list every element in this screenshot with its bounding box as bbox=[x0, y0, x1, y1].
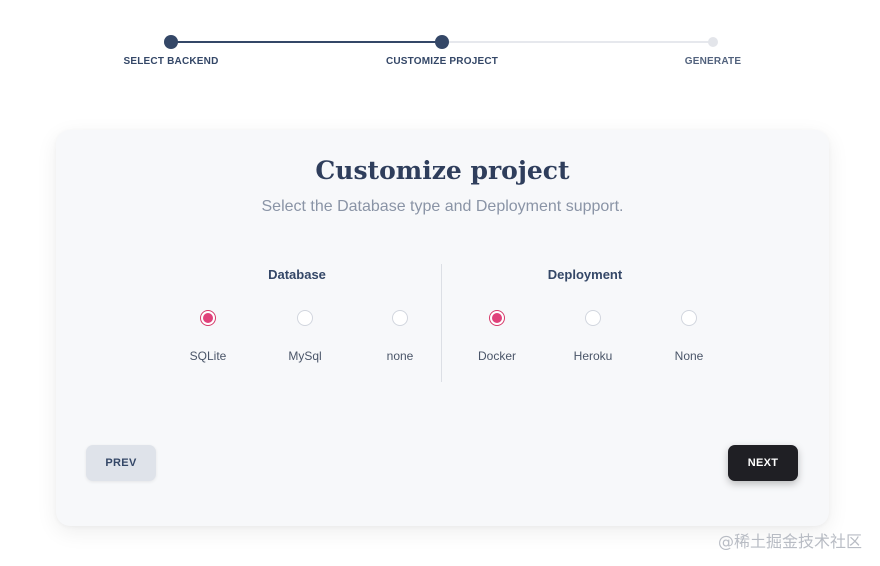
progress-stepper: SELECT BACKEND CUSTOMIZE PROJECT GENERAT… bbox=[0, 0, 880, 80]
deployment-option-label[interactable]: Docker bbox=[457, 349, 537, 363]
step-label-customize-project[interactable]: CUSTOMIZE PROJECT bbox=[386, 56, 498, 67]
watermark: @稀土掘金技术社区 bbox=[717, 532, 862, 551]
next-button[interactable]: NEXT bbox=[728, 445, 798, 481]
stepper-track-progress bbox=[171, 41, 442, 43]
card-title: Customize project bbox=[315, 156, 570, 185]
database-option-sqlite[interactable]: SQLite bbox=[168, 310, 248, 363]
deployment-option-heroku[interactable]: Heroku bbox=[553, 310, 633, 363]
database-option-mysql[interactable]: MySql bbox=[265, 310, 345, 363]
step-dot-select-backend[interactable] bbox=[164, 35, 178, 49]
card-subtitle: Select the Database type and Deployment … bbox=[261, 198, 624, 215]
database-group-title: Database bbox=[268, 267, 326, 282]
customize-project-card: Customize project Select the Database ty… bbox=[56, 130, 829, 526]
database-option-label[interactable]: SQLite bbox=[168, 349, 248, 363]
step-dot-generate[interactable] bbox=[708, 37, 718, 47]
database-radio-mysql[interactable] bbox=[297, 310, 313, 326]
prev-button[interactable]: PREV bbox=[86, 445, 156, 481]
step-dot-customize-project[interactable] bbox=[435, 35, 449, 49]
deployment-option-docker[interactable]: Docker bbox=[457, 310, 537, 363]
deployment-option-label[interactable]: Heroku bbox=[553, 349, 633, 363]
deployment-option-label[interactable]: None bbox=[649, 349, 729, 363]
step-label-select-backend[interactable]: SELECT BACKEND bbox=[123, 56, 218, 67]
database-option-label[interactable]: MySql bbox=[265, 349, 345, 363]
step-label-generate[interactable]: GENERATE bbox=[685, 56, 741, 67]
deployment-radio-none[interactable] bbox=[681, 310, 697, 326]
group-divider bbox=[441, 264, 442, 382]
database-option-label[interactable]: none bbox=[360, 349, 440, 363]
deployment-option-none[interactable]: None bbox=[649, 310, 729, 363]
deployment-radio-heroku[interactable] bbox=[585, 310, 601, 326]
database-radio-sqlite[interactable] bbox=[200, 310, 216, 326]
deployment-radio-docker[interactable] bbox=[489, 310, 505, 326]
database-radio-none[interactable] bbox=[392, 310, 408, 326]
database-option-none[interactable]: none bbox=[360, 310, 440, 363]
deployment-group-title: Deployment bbox=[547, 267, 623, 282]
